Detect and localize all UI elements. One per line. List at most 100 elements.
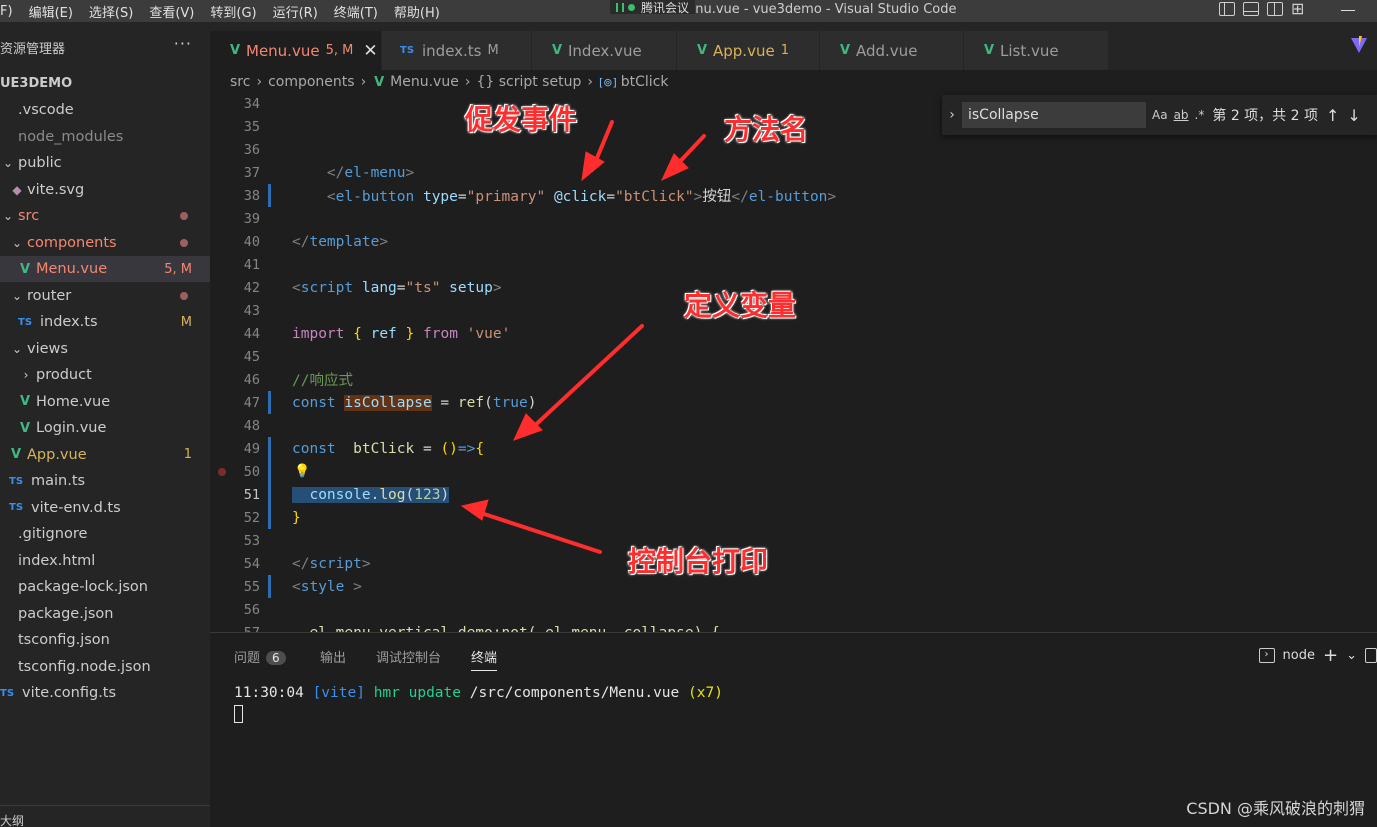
ts-file-icon: TS: [400, 45, 415, 56]
vite-icon[interactable]: [1351, 36, 1367, 54]
tree-item[interactable]: tsconfig.json: [0, 627, 210, 653]
tab-label: List.vue: [1000, 41, 1059, 60]
next-match-icon[interactable]: ↓: [1347, 106, 1360, 125]
code-line[interactable]: 54 </script>: [210, 552, 1377, 575]
lightbulb-icon[interactable]: 💡: [294, 464, 310, 479]
code-line[interactable]: 45: [210, 345, 1377, 368]
tree-item[interactable]: V Menu.vue 5, M: [0, 256, 210, 282]
new-terminal-icon[interactable]: +: [1323, 645, 1338, 666]
code-token: =: [414, 440, 441, 457]
tree-item[interactable]: TS index.ts M: [0, 309, 210, 335]
menu-terminal[interactable]: 终端(T): [326, 2, 386, 21]
outline-section[interactable]: 大纲: [0, 805, 210, 827]
tab-terminal[interactable]: 终端: [471, 647, 498, 671]
tree-item[interactable]: TS main.ts: [0, 468, 210, 494]
code-line[interactable]: 39: [210, 207, 1377, 230]
code-line[interactable]: 46 //响应式: [210, 368, 1377, 391]
tree-item-label: vite.svg: [27, 181, 85, 198]
code-line[interactable]: 38 <el-button type="primary" @click="btC…: [210, 184, 1377, 207]
menu-help[interactable]: 帮助(H): [386, 2, 448, 21]
breadcrumb-item[interactable]: src: [230, 74, 250, 90]
tree-item[interactable]: TS vite-env.d.ts: [0, 495, 210, 521]
code-token: "btClick": [615, 189, 694, 205]
code-line[interactable]: 44 import { ref } from 'vue': [210, 322, 1377, 345]
toggle-replace-icon[interactable]: ›: [942, 107, 962, 123]
tab-index-vue[interactable]: V Index.vue: [532, 31, 677, 70]
menu-selection[interactable]: 选择(S): [81, 2, 141, 21]
menu-go[interactable]: 转到(G): [202, 2, 264, 21]
tab-app-vue[interactable]: V App.vue 1: [677, 31, 820, 70]
code-editor[interactable]: 34 35 36 37 </el-menu> 38 <el-button type="p…: [210, 94, 1377, 632]
terminal-profile-label[interactable]: node: [1283, 648, 1315, 663]
menu-view[interactable]: 查看(V): [141, 2, 202, 21]
tab-output[interactable]: 输出: [320, 647, 346, 666]
project-root[interactable]: UE3DEMO: [0, 70, 210, 96]
terminal-cursor[interactable]: [234, 705, 243, 723]
customize-layout-icon[interactable]: [1291, 0, 1307, 18]
tab-debug-console[interactable]: 调试控制台: [376, 647, 441, 666]
tree-item[interactable]: › product: [0, 362, 210, 388]
previous-match-icon[interactable]: ↑: [1326, 106, 1339, 125]
tab-menu-vue[interactable]: V Menu.vue 5, M ✕: [210, 31, 382, 70]
code-line[interactable]: 37 </el-menu>: [210, 161, 1377, 184]
code-line[interactable]: 47 const isCollapse = ref(true): [210, 391, 1377, 414]
tree-item[interactable]: V App.vue 1: [0, 442, 210, 468]
meeting-overlay[interactable]: 腾讯会议: [610, 0, 696, 15]
chevron-down-icon[interactable]: ⌄: [1346, 648, 1357, 663]
code-line[interactable]: 52}: [210, 506, 1377, 529]
tree-item[interactable]: package.json: [0, 601, 210, 627]
breadcrumb-item[interactable]: Menu.vue: [390, 74, 459, 90]
code-line[interactable]: 57 .el-menu-vertical-demo:not(.el-menu--…: [210, 621, 1377, 633]
code-token: lang: [361, 279, 397, 296]
tree-item[interactable]: node_modules: [0, 124, 210, 150]
tab-problems[interactable]: 问题 6: [234, 647, 286, 666]
tree-item[interactable]: ⌄ public: [0, 150, 210, 176]
ts-file-icon: TS: [0, 687, 15, 699]
code-line[interactable]: 50 💡: [210, 460, 1377, 483]
toggle-sidebar-icon[interactable]: [1219, 2, 1235, 16]
code-line[interactable]: 55 <style >: [210, 575, 1377, 598]
tree-item[interactable]: package-lock.json: [0, 574, 210, 600]
code-line[interactable]: 41: [210, 253, 1377, 276]
line-number: 45: [243, 348, 260, 365]
tree-item[interactable]: .gitignore: [0, 521, 210, 547]
code-line[interactable]: 53: [210, 529, 1377, 552]
tree-item[interactable]: V Login.vue: [0, 415, 210, 441]
tree-item[interactable]: tsconfig.node.json: [0, 654, 210, 680]
tree-item[interactable]: ⌄ components: [0, 230, 210, 256]
match-whole-word-toggle[interactable]: ab: [1174, 108, 1189, 122]
breadcrumb-item[interactable]: {} script setup: [476, 74, 581, 90]
code-line[interactable]: 56: [210, 598, 1377, 621]
close-tab-icon[interactable]: ✕: [363, 41, 377, 61]
tab-list-vue[interactable]: V List.vue: [964, 31, 1109, 70]
code-line[interactable]: 48: [210, 414, 1377, 437]
tree-item[interactable]: ◆ vite.svg: [0, 177, 210, 203]
tree-item[interactable]: ⌄ views: [0, 336, 210, 362]
tree-item[interactable]: ⌄ router: [0, 283, 210, 309]
breadcrumb-item[interactable]: components: [268, 74, 355, 90]
tree-item[interactable]: ⌄ src: [0, 203, 210, 229]
tree-item[interactable]: V Home.vue: [0, 389, 210, 415]
toggle-secondary-sidebar-icon[interactable]: [1267, 2, 1283, 16]
code-line[interactable]: 40 </template>: [210, 230, 1377, 253]
tree-item[interactable]: TS vite.config.ts: [0, 680, 210, 706]
menu-edit[interactable]: 编辑(E): [21, 2, 81, 21]
menu-file[interactable]: F): [0, 4, 21, 19]
minimize-icon[interactable]: [1341, 10, 1355, 11]
code-line[interactable]: 51 console.log(123): [210, 483, 1377, 506]
tree-item[interactable]: .vscode: [0, 97, 210, 123]
code-line[interactable]: 49 const btClick = ()=>{: [210, 437, 1377, 460]
log-path: /src/components/Menu.vue: [469, 685, 680, 701]
use-regex-toggle[interactable]: .*: [1195, 108, 1205, 122]
breadcrumb-item[interactable]: btClick: [621, 74, 669, 90]
split-terminal-icon[interactable]: [1365, 648, 1377, 663]
tab-add-vue[interactable]: V Add.vue: [820, 31, 964, 70]
tree-item[interactable]: index.html: [0, 548, 210, 574]
match-case-toggle[interactable]: Aa: [1152, 108, 1168, 122]
more-actions-icon[interactable]: ···: [174, 34, 192, 53]
tab-index-ts[interactable]: TS index.ts M: [382, 31, 532, 70]
breakpoint-icon[interactable]: [218, 467, 226, 476]
menu-run[interactable]: 运行(R): [265, 2, 326, 21]
toggle-panel-icon[interactable]: [1243, 2, 1259, 16]
find-input[interactable]: [962, 102, 1146, 128]
